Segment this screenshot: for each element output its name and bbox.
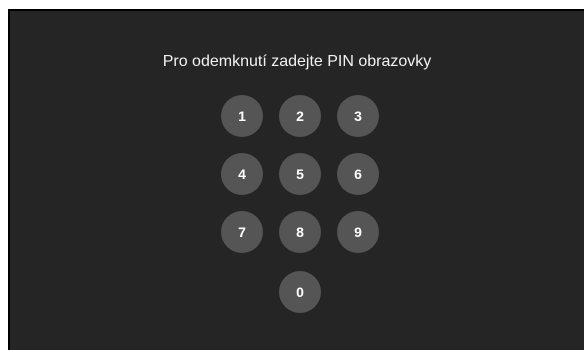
key-5-button[interactable]: 5 [279, 153, 321, 195]
key-1-button[interactable]: 1 [221, 95, 263, 137]
key-6-button[interactable]: 6 [337, 153, 379, 195]
pin-keypad: 1 2 3 4 5 6 7 8 9 0 [10, 11, 584, 350]
key-4-button[interactable]: 4 [221, 153, 263, 195]
key-9-button[interactable]: 9 [337, 211, 379, 253]
key-3-button[interactable]: 3 [337, 95, 379, 137]
key-7-button[interactable]: 7 [221, 211, 263, 253]
key-8-button[interactable]: 8 [279, 211, 321, 253]
lock-screen: Pro odemknutí zadejte PIN obrazovky 1 2 … [8, 9, 584, 350]
key-2-button[interactable]: 2 [279, 95, 321, 137]
key-0-button[interactable]: 0 [279, 271, 321, 313]
